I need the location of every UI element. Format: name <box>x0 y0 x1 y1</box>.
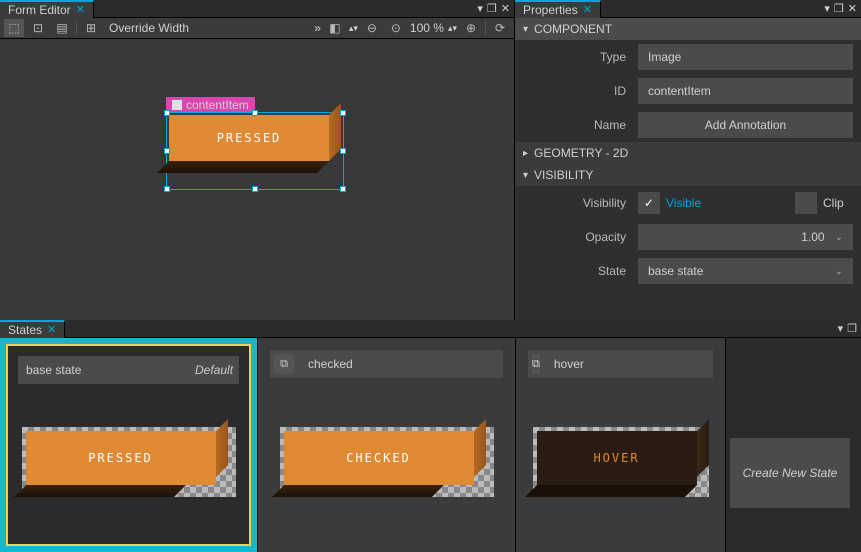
state-name-input[interactable] <box>18 363 189 377</box>
restore-icon[interactable]: ❐ <box>847 322 857 335</box>
item-badge[interactable]: contentItem <box>166 97 255 113</box>
expand-icon: ▸ <box>523 148 528 159</box>
section-geometry[interactable]: ▸ GEOMETRY - 2D <box>515 142 861 164</box>
resize-handle[interactable] <box>164 148 170 154</box>
zoom-value: 100 % <box>410 21 444 35</box>
close-icon[interactable]: ✕ <box>76 3 85 16</box>
chevron-down-icon[interactable]: ⌄ <box>835 232 843 243</box>
state-card-checked[interactable]: ⧉ CHECKED <box>258 338 516 552</box>
image-icon <box>172 100 182 110</box>
chevron-down-icon: ⌄ <box>835 266 843 277</box>
tool-anchors[interactable]: ⊡ <box>28 19 48 37</box>
tab-states[interactable]: States ✕ <box>0 320 65 338</box>
default-badge: Default <box>195 363 243 377</box>
restore-icon[interactable]: ❐ <box>487 2 497 15</box>
resize-handle[interactable] <box>340 110 346 116</box>
close-icon[interactable]: ✕ <box>583 3 592 16</box>
form-canvas[interactable]: contentItem PRESSED <box>0 39 514 320</box>
tab-label: States <box>8 323 42 337</box>
tab-label: Form Editor <box>8 3 71 17</box>
minimize-icon[interactable]: ▾ <box>477 2 483 15</box>
tool-snap[interactable]: ⊞ <box>81 19 101 37</box>
tab-form-editor[interactable]: Form Editor ✕ <box>0 0 94 18</box>
state-preview-checked: CHECKED <box>284 431 474 485</box>
state-name-input[interactable] <box>300 357 503 371</box>
section-component[interactable]: ▾ COMPONENT <box>515 18 861 40</box>
close-window-icon[interactable]: ✕ <box>501 2 510 15</box>
clip-label: Clip <box>823 196 853 210</box>
create-new-state-button[interactable]: Create New State <box>730 438 850 508</box>
resize-handle[interactable] <box>164 110 170 116</box>
zoom-in-icon[interactable]: ⊕ <box>461 19 481 37</box>
visible-toggle[interactable]: Visible <box>666 196 701 210</box>
prop-id-input[interactable]: contentItem <box>638 78 853 104</box>
prop-opacity-label: Opacity <box>523 230 638 244</box>
tool-select[interactable]: ⬚ <box>4 19 24 37</box>
state-card-hover[interactable]: ⧉ HOVER <box>516 338 726 552</box>
zoom-reset-icon[interactable]: ⊙ <box>386 19 406 37</box>
section-label: GEOMETRY - 2D <box>534 146 628 160</box>
override-width-label[interactable]: Override Width <box>109 21 189 35</box>
tool-bounds[interactable]: ▤ <box>52 19 72 37</box>
state-preview-pressed: PRESSED <box>26 431 216 485</box>
tab-label: Properties <box>523 3 578 17</box>
tool-a[interactable]: ◧ <box>325 19 345 37</box>
close-icon[interactable]: ✕ <box>47 323 56 336</box>
collapse-icon: ▾ <box>523 170 528 181</box>
refresh-icon[interactable]: ⟳ <box>490 19 510 37</box>
more-icon[interactable]: » <box>314 21 321 35</box>
zoom-stepper-icon[interactable]: ▴▾ <box>448 23 457 34</box>
prop-state-label: State <box>523 264 638 278</box>
section-label: VISIBILITY <box>534 168 593 182</box>
resize-handle[interactable] <box>252 186 258 192</box>
resize-handle[interactable] <box>340 186 346 192</box>
pressed-button-preview[interactable]: PRESSED <box>169 115 329 161</box>
section-visibility[interactable]: ▾ VISIBILITY <box>515 164 861 186</box>
prop-id-label: ID <box>523 84 638 98</box>
section-label: COMPONENT <box>534 22 612 36</box>
state-preview-hover: HOVER <box>537 431 697 485</box>
item-badge-text: contentItem <box>186 98 249 112</box>
link-icon[interactable]: ⧉ <box>532 354 540 374</box>
prop-type-label: Type <box>523 50 638 64</box>
link-icon[interactable]: ⧉ <box>274 354 294 374</box>
tab-properties[interactable]: Properties ✕ <box>515 0 601 18</box>
clip-checkbox[interactable] <box>795 192 817 214</box>
opacity-input[interactable]: 1.00 ⌄ <box>638 224 853 250</box>
visibility-checkbox[interactable]: ✓ <box>638 192 660 214</box>
minimize-icon[interactable]: ▾ <box>824 2 830 15</box>
prop-name-label: Name <box>523 118 638 132</box>
state-card-base[interactable]: Default PRESSED <box>0 338 258 552</box>
close-window-icon[interactable]: ✕ <box>848 2 857 15</box>
check-icon: ✓ <box>644 196 654 210</box>
resize-handle[interactable] <box>340 148 346 154</box>
prop-type-value: Image <box>638 44 853 70</box>
selection-box[interactable]: PRESSED <box>166 112 344 190</box>
state-name-input[interactable] <box>546 357 717 371</box>
restore-icon[interactable]: ❐ <box>834 2 844 15</box>
collapse-icon: ▾ <box>523 24 528 35</box>
resize-handle[interactable] <box>164 186 170 192</box>
stepper-icon[interactable]: ▴▾ <box>349 23 358 34</box>
zoom-out-icon[interactable]: ⊖ <box>362 19 382 37</box>
state-dropdown[interactable]: base state ⌄ <box>638 258 853 284</box>
minimize-icon[interactable]: ▾ <box>838 322 844 335</box>
resize-handle[interactable] <box>252 110 258 116</box>
pressed-label: PRESSED <box>217 131 282 145</box>
prop-visibility-label: Visibility <box>523 196 638 210</box>
add-annotation-button[interactable]: Add Annotation <box>638 112 853 138</box>
